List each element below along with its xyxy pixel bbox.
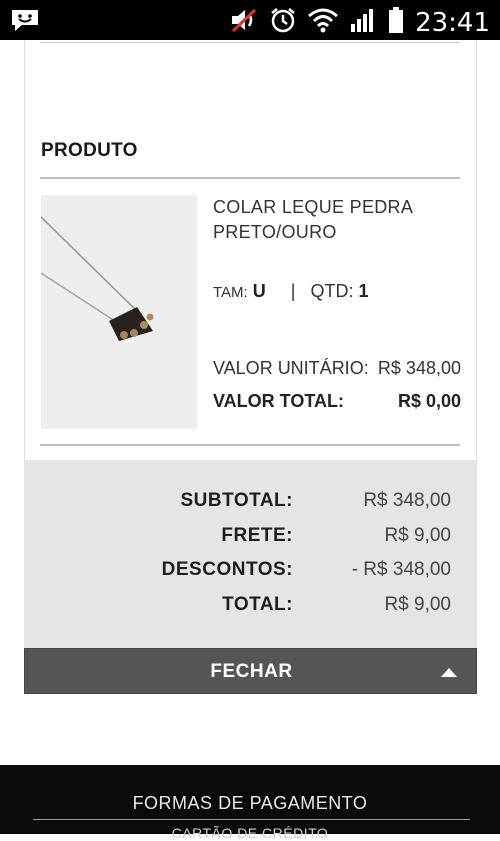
product-name-line2: PRETO/OURO: [213, 222, 337, 242]
total-value: R$ 9,00: [384, 594, 451, 615]
card-border: [24, 40, 25, 460]
total-row: TOTAL: R$ 9,00: [24, 594, 477, 624]
divider: [40, 444, 460, 446]
divider: [40, 177, 460, 179]
message-icon: [10, 8, 40, 37]
discount-value: - R$ 348,00: [351, 559, 451, 580]
unit-price-value: R$ 348,00: [377, 358, 461, 378]
total-price-value: R$ 0,00: [397, 391, 461, 411]
product-image[interactable]: [41, 195, 197, 429]
divider: [40, 42, 460, 43]
discount-row: DESCONTOS: - R$ 348,00: [24, 559, 477, 589]
signal-icon: [349, 7, 377, 38]
size-qty-row: TAM: U | QTD: 1: [213, 281, 368, 302]
shipping-row: FRETE: R$ 9,00: [24, 525, 477, 555]
size-value: U: [252, 281, 266, 301]
qty-label: QTD:: [310, 281, 354, 301]
subtotal-value: R$ 348,00: [363, 490, 451, 511]
credit-card-link[interactable]: CARTÃO DE CRÉDITO: [0, 825, 500, 841]
product-name-line1: COLAR LEQUE PEDRA: [213, 197, 414, 217]
card-border: [476, 40, 477, 460]
total-price-row: VALOR TOTAL: R$ 0,00: [213, 391, 461, 412]
status-bar: 23:41: [0, 0, 500, 40]
size-label: TAM:: [213, 284, 248, 301]
payment-methods-title[interactable]: FORMAS DE PAGAMENTO: [0, 793, 500, 814]
section-title: PRODUTO: [41, 140, 138, 161]
caret-up-icon: [440, 665, 458, 683]
mute-icon: [229, 7, 259, 38]
order-summary: SUBTOTAL: R$ 348,00 FRETE: R$ 9,00 DESCO…: [24, 460, 477, 648]
shipping-value: R$ 9,00: [384, 525, 451, 546]
footer: FORMAS DE PAGAMENTO CARTÃO DE CRÉDITO: [0, 765, 500, 841]
total-price-label: VALOR TOTAL:: [213, 391, 344, 411]
battery-icon: [387, 6, 405, 39]
unit-price-row: VALOR UNITÁRIO: R$ 348,00: [213, 358, 461, 379]
alarm-icon: [269, 6, 297, 39]
separator: |: [290, 281, 296, 301]
discount-label: DESCONTOS:: [161, 559, 293, 580]
qty-value: 1: [358, 281, 369, 301]
wifi-icon: [307, 7, 339, 38]
divider: [33, 819, 470, 820]
clock-time: 23:41: [415, 7, 490, 38]
close-label: FECHAR: [210, 661, 293, 682]
product-name: COLAR LEQUE PEDRA PRETO/OURO: [213, 195, 453, 245]
subtotal-label: SUBTOTAL:: [180, 490, 293, 511]
unit-price-label: VALOR UNITÁRIO:: [213, 358, 369, 378]
shipping-label: FRETE:: [221, 525, 293, 546]
subtotal-row: SUBTOTAL: R$ 348,00: [24, 490, 477, 520]
close-button[interactable]: FECHAR: [24, 648, 477, 694]
total-label: TOTAL:: [222, 594, 293, 615]
